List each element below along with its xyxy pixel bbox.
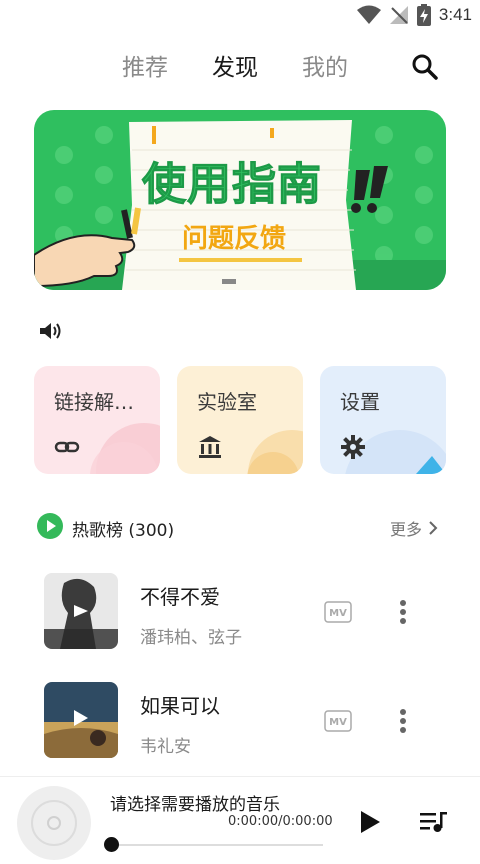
no-signal-icon [389, 6, 408, 24]
chevron-right-icon [429, 521, 438, 535]
tab-mine[interactable]: 我的 [302, 48, 348, 82]
link-icon [54, 441, 80, 453]
mv-button[interactable]: MV [324, 601, 352, 623]
progress-knob[interactable] [104, 837, 119, 852]
album-cover[interactable] [44, 682, 118, 758]
guide-banner[interactable]: 使用指南 问题反馈 [34, 110, 446, 290]
card-label: 链接解… [54, 390, 134, 414]
status-time: 3:41 [438, 5, 472, 24]
song-row[interactable]: 如果可以 韦礼安 MV [0, 682, 480, 762]
tab-recommend[interactable]: 推荐 [122, 48, 168, 82]
mv-button[interactable]: MV [324, 710, 352, 732]
song-row[interactable]: 不得不爱 潘玮柏、弦子 MV [0, 573, 480, 653]
hot-list-title: 热歌榜 (300) [72, 521, 175, 541]
play-circle-icon [37, 513, 63, 539]
more-vert-icon[interactable] [396, 599, 410, 625]
hot-list-header: 热歌榜 (300) 更多 [36, 512, 446, 542]
banner-subtitle: 问题反馈 [182, 224, 287, 254]
song-title: 如果可以 [140, 694, 220, 718]
card-decor [90, 423, 160, 474]
battery-charging-icon [416, 4, 431, 26]
bank-icon [199, 436, 221, 458]
song-artist: 潘玮柏、弦子 [140, 628, 242, 648]
album-cover[interactable] [44, 573, 118, 649]
notice-speaker[interactable] [38, 320, 62, 342]
player-prompt: 请选择需要播放的音乐 [110, 795, 280, 815]
top-nav: 推荐 发现 我的 [0, 44, 480, 84]
speaker-icon [40, 323, 61, 339]
gear-icon [341, 435, 365, 459]
song-artist: 韦礼安 [140, 737, 191, 757]
status-bar: 3:41 [0, 0, 480, 30]
search-icon [412, 54, 438, 80]
mini-player: 请选择需要播放的音乐 0:00:00/0:00:00 [0, 777, 480, 864]
card-link-parse[interactable]: 链接解… [34, 366, 160, 474]
disc-icon[interactable] [16, 785, 92, 861]
card-label: 设置 [340, 390, 380, 414]
song-title: 不得不爱 [140, 585, 220, 609]
search-button[interactable] [410, 52, 440, 82]
card-lab[interactable]: 实验室 [177, 366, 303, 474]
wifi-icon [356, 5, 381, 24]
tab-discover[interactable]: 发现 [212, 48, 258, 82]
cover-art [44, 682, 118, 758]
card-decor [345, 430, 446, 474]
mv-icon: MV [324, 710, 352, 732]
card-decor [247, 430, 303, 474]
playlist-icon[interactable] [420, 811, 448, 833]
player-time: 0:00:00/0:00:00 [228, 814, 333, 829]
quick-cards: 链接解… 实验室 设置 [34, 366, 446, 474]
more-link[interactable]: 更多 [390, 516, 438, 540]
more-vert-icon[interactable] [396, 708, 410, 734]
play-icon[interactable] [358, 809, 382, 835]
card-settings[interactable]: 设置 [320, 366, 446, 474]
cover-art [44, 573, 118, 649]
banner-title: 使用指南 [142, 159, 322, 211]
mv-icon: MV [324, 601, 352, 623]
svg-text:MV: MV [329, 608, 347, 619]
card-label: 实验室 [197, 390, 257, 414]
more-label: 更多 [389, 520, 422, 539]
progress-track[interactable] [111, 844, 323, 846]
status-icons: 3:41 [356, 4, 472, 26]
svg-text:MV: MV [329, 717, 347, 728]
